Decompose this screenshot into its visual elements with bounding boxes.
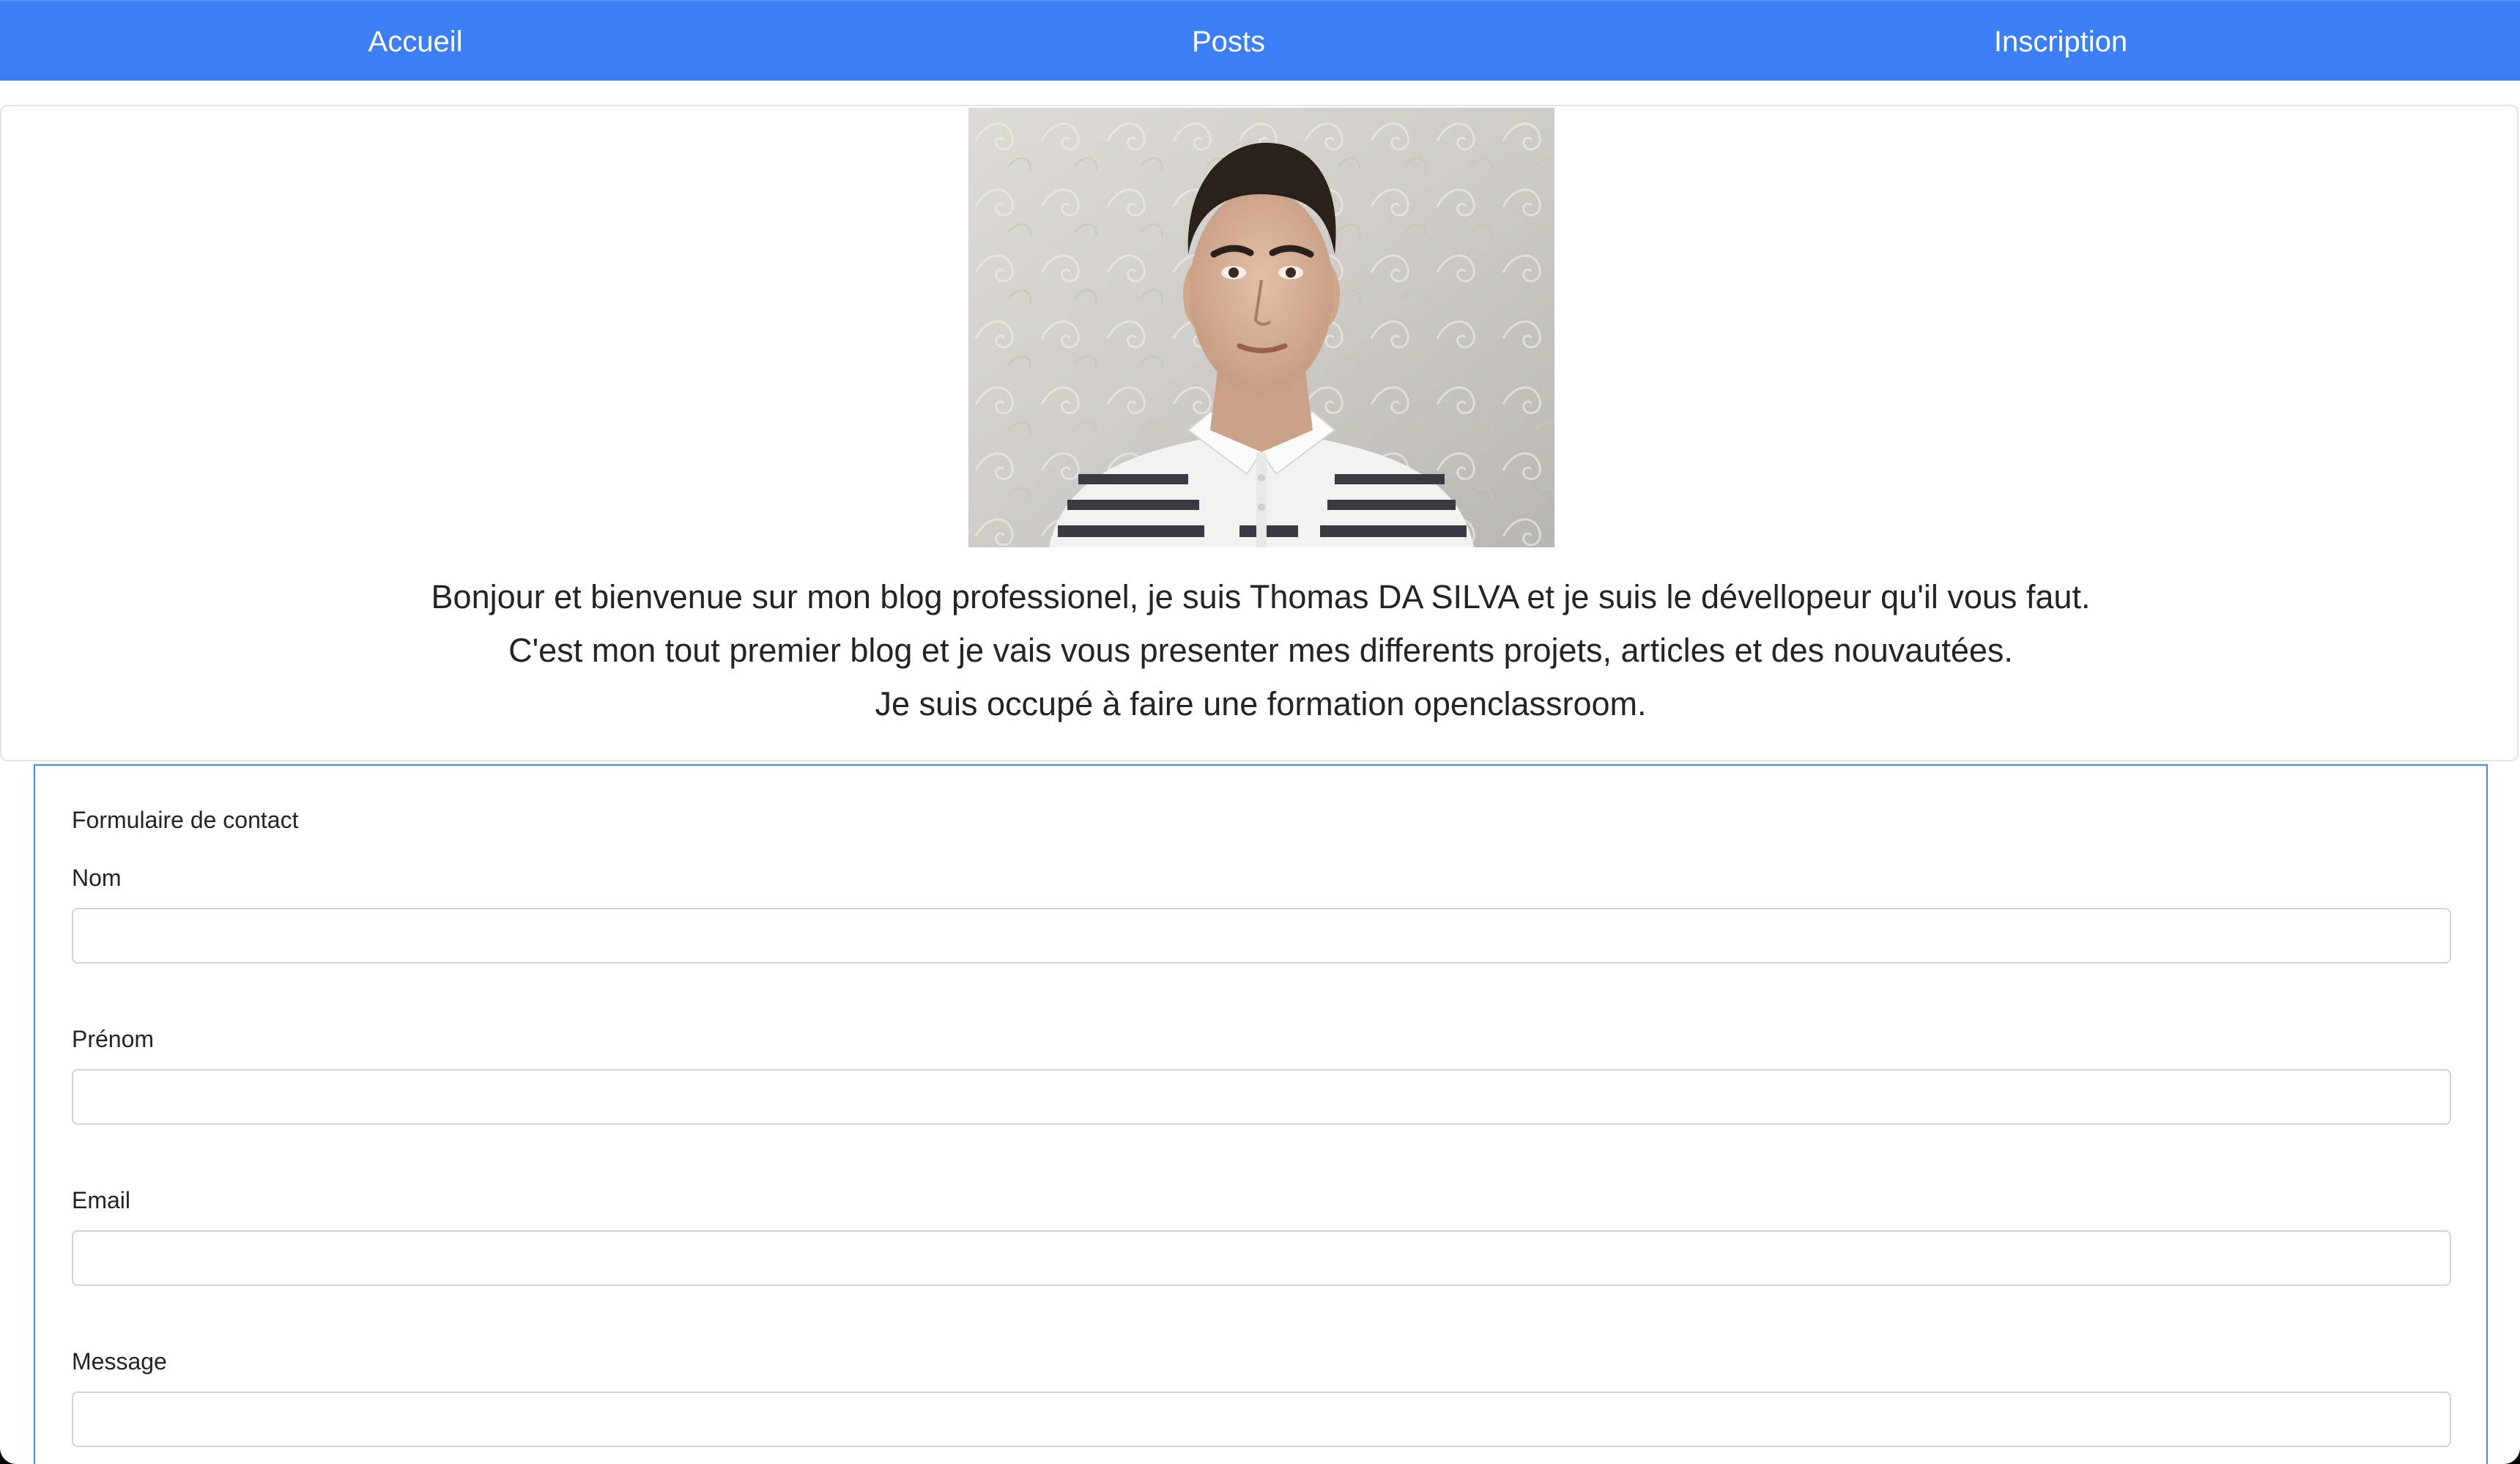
- presentation-card: Bonjour et bienvenue sur mon blog profes…: [0, 105, 2519, 761]
- nom-label: Nom: [72, 865, 122, 891]
- message-label: Message: [72, 1348, 167, 1375]
- form-title: Formulaire de contact: [72, 807, 299, 833]
- profile-photo: [968, 108, 1554, 547]
- nav-link-inscription[interactable]: Inscription: [1994, 1, 2127, 82]
- nav-link-posts[interactable]: Posts: [1192, 1, 1265, 82]
- message-input[interactable]: [72, 1391, 2451, 1447]
- prenom-input[interactable]: [72, 1069, 2451, 1125]
- page: Accueil Posts Inscription Bonjour et bie…: [0, 0, 2520, 1464]
- top-navbar: Accueil Posts Inscription: [0, 0, 2520, 81]
- nom-input[interactable]: [72, 908, 2451, 964]
- intro-line: Bonjour et bienvenue sur mon blog profes…: [431, 578, 2091, 615]
- intro-line: Je suis occupé à faire une formation ope…: [875, 685, 1647, 722]
- nav-link-accueil[interactable]: Accueil: [368, 1, 463, 82]
- email-input[interactable]: [72, 1230, 2451, 1286]
- intro-line: C'est mon tout premier blog et je vais v…: [508, 632, 2013, 669]
- email-label: Email: [72, 1187, 131, 1213]
- prenom-label: Prénom: [72, 1026, 155, 1052]
- contact-form: Formulaire de contact Nom Prénom Email M…: [34, 764, 2488, 1464]
- intro-text: Bonjour et bienvenue sur mon blog profes…: [1, 570, 2520, 731]
